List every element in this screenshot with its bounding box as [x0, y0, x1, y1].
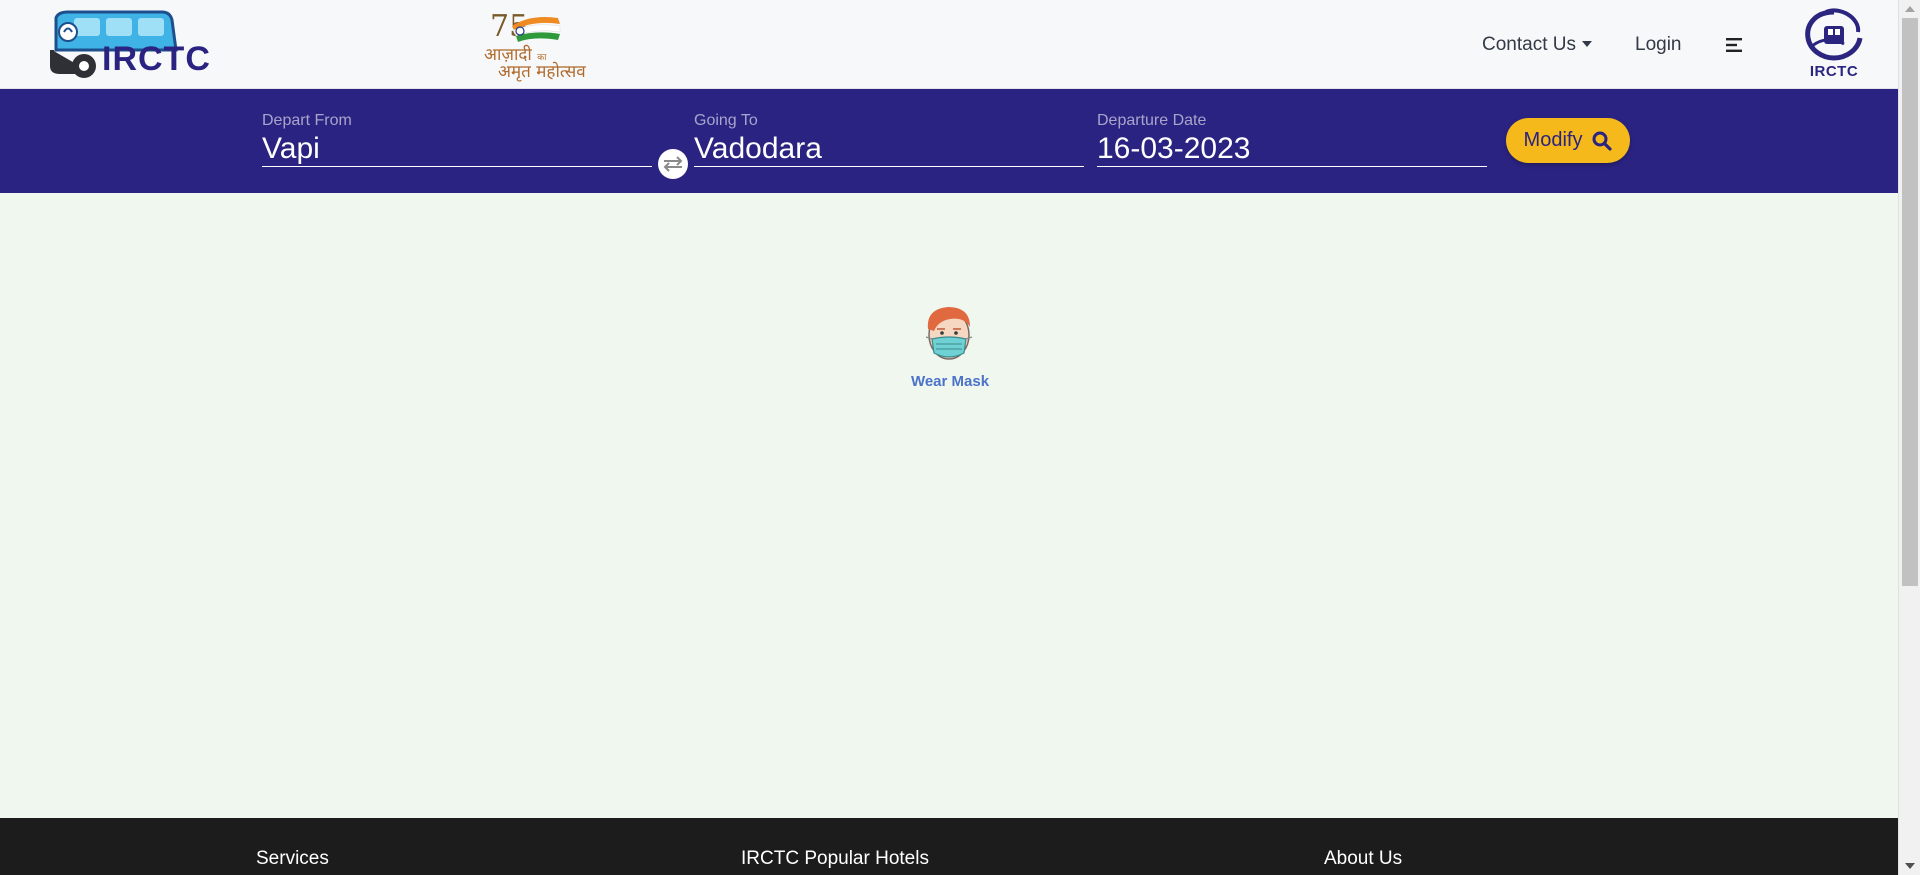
scroll-down-arrow-icon[interactable] — [1905, 863, 1915, 869]
irctc-emblem-icon — [1805, 8, 1863, 61]
wear-mask-illustration — [920, 303, 978, 365]
top-navbar: IRCTC 75 आज़ादी का अमृत महोत्सव Contact … — [0, 0, 1898, 89]
search-icon — [1592, 131, 1613, 151]
going-to-input[interactable]: Vadodara — [694, 131, 1084, 167]
vertical-scrollbar[interactable] — [1898, 0, 1920, 875]
face-mask-icon — [925, 307, 973, 360]
emblem-text: IRCTC — [1809, 63, 1859, 80]
azadi-ka-amrit-mahotsav-logo: 75 आज़ादी का अमृत महोत्सव — [482, 8, 586, 82]
going-to-field[interactable]: Going To Vadodara — [694, 111, 1084, 175]
footer-services-heading: Services — [256, 848, 329, 869]
scroll-up-arrow-icon[interactable] — [1905, 6, 1915, 12]
amrit-line-2: अमृत महोत्सव — [498, 62, 586, 82]
main-content: Wear Mask — [0, 193, 1898, 818]
wear-mask-caption: Wear Mask — [910, 373, 990, 390]
scroll-thumb[interactable] — [1902, 18, 1918, 586]
menu-toggle-button[interactable] — [1726, 0, 1744, 89]
depart-from-input[interactable]: Vapi — [262, 131, 652, 167]
logo-text: IRCTC — [102, 40, 211, 78]
footer-about-heading: About Us — [1324, 848, 1403, 869]
page-footer: Services IRCTC Popular Hotels About Us — [0, 818, 1898, 875]
going-to-label: Going To — [694, 112, 758, 129]
departure-date-label: Departure Date — [1097, 112, 1207, 129]
caret-down-icon — [1581, 40, 1592, 47]
contact-us-label: Contact Us — [1482, 33, 1576, 55]
modify-search-button[interactable]: Modify — [1506, 118, 1630, 163]
swap-arrows-icon — [663, 156, 683, 172]
login-link[interactable]: Login — [1635, 0, 1682, 89]
irctc-bus-logo[interactable]: IRCTC — [44, 10, 211, 80]
search-modify-bar: Depart From Vapi Going To Vadodara Depar… — [0, 89, 1898, 193]
tricolor-flag-icon: 75 — [490, 9, 561, 44]
contact-us-link[interactable]: Contact Us — [1482, 34, 1592, 56]
contact-us-dropdown[interactable]: Contact Us — [1482, 0, 1592, 89]
modify-label: Modify — [1523, 129, 1583, 151]
irctc-emblem-logo[interactable]: IRCTC — [1800, 8, 1868, 82]
login-label: Login — [1635, 33, 1682, 55]
departure-date-input[interactable]: 16-03-2023 — [1097, 131, 1487, 167]
depart-from-field[interactable]: Depart From Vapi — [262, 111, 652, 175]
departure-date-field[interactable]: Departure Date 16-03-2023 — [1097, 111, 1487, 175]
depart-from-label: Depart From — [262, 112, 352, 129]
menu-align-left-icon — [1726, 37, 1742, 52]
footer-hotels-heading: IRCTC Popular Hotels — [741, 848, 929, 869]
swap-stations-button[interactable] — [658, 149, 688, 179]
